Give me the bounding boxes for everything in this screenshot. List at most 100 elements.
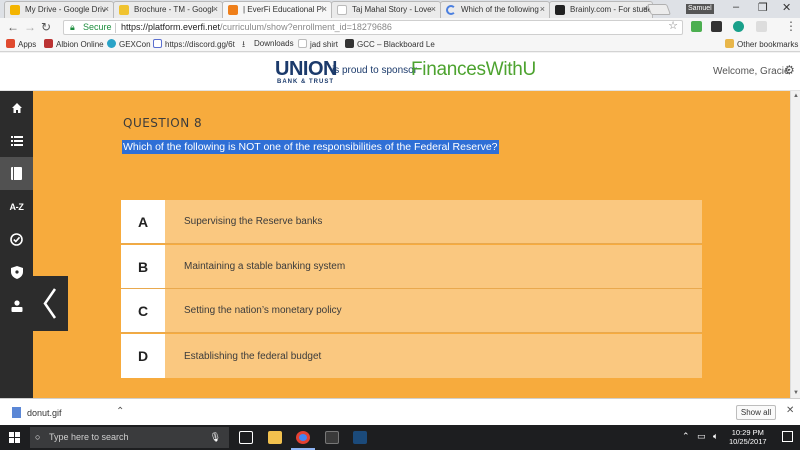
- close-icon[interactable]: ×: [104, 4, 109, 14]
- reload-icon[interactable]: ↻: [41, 20, 51, 34]
- browser-tab-everfi[interactable]: | EverFi Educational Platform ×: [222, 1, 332, 18]
- window-close-icon[interactable]: ✕: [782, 1, 791, 14]
- bookmark-apps[interactable]: Apps: [6, 39, 36, 49]
- windows-start-icon[interactable]: [9, 432, 21, 444]
- bookmark-gexcon[interactable]: GEXCon: [107, 39, 151, 49]
- taskbar-search[interactable]: ○ Type here to search 🎙︎: [30, 427, 229, 448]
- browser-tab-google-docs[interactable]: Brochure - TM - Google Docs ×: [113, 1, 223, 18]
- sidebar-item-glossary[interactable]: A-Z: [0, 190, 33, 223]
- download-item[interactable]: donut.gif: [12, 407, 62, 418]
- address-bar-row: ← → ↻ 🔒︎ Secure https://platform.everfi.…: [0, 18, 800, 37]
- google-docs-icon: [119, 5, 129, 15]
- bookmark-label: GCC – Blackboard Le: [357, 40, 435, 49]
- gear-icon[interactable]: ⚙: [784, 63, 795, 77]
- minimize-icon[interactable]: –: [733, 1, 739, 13]
- loading-icon: [446, 5, 456, 15]
- notifications-icon[interactable]: [782, 431, 793, 442]
- extension-icon[interactable]: [691, 21, 702, 32]
- answer-letter: A: [121, 200, 165, 243]
- previous-button[interactable]: [33, 276, 68, 331]
- close-icon[interactable]: ×: [213, 4, 218, 14]
- bookmark-other[interactable]: Other bookmarks: [725, 39, 798, 49]
- folder-icon: [725, 39, 734, 48]
- tab-title: Which of the following: [461, 5, 539, 14]
- extension-icon[interactable]: [711, 21, 722, 32]
- page-scrollbar[interactable]: ▲ ▼: [790, 91, 800, 398]
- site-header: UNION BANK & TRUST is proud to sponsor F…: [0, 53, 800, 91]
- browser-tab-brainly[interactable]: Brainly.com - For students ×: [549, 1, 653, 18]
- gexcon-icon: [107, 39, 116, 48]
- tab-title: | EverFi Educational Platform: [243, 5, 323, 14]
- close-icon[interactable]: ×: [540, 4, 545, 14]
- volume-icon[interactable]: 🔈︎: [713, 431, 718, 442]
- shield-icon: [10, 266, 23, 279]
- bookmark-label: jad shirt: [310, 40, 339, 49]
- bookmark-star-icon[interactable]: ☆: [668, 20, 678, 33]
- close-icon[interactable]: ✕: [786, 405, 794, 416]
- sidebar-item-list[interactable]: [0, 124, 33, 157]
- bookmark-downloads[interactable]: ⭳ Downloads: [242, 39, 294, 49]
- file-explorer-icon[interactable]: [268, 431, 282, 444]
- secure-label: Secure: [83, 22, 112, 32]
- close-icon[interactable]: ×: [431, 4, 436, 14]
- scroll-up-icon[interactable]: ▲: [793, 93, 799, 99]
- page-icon: [337, 5, 347, 15]
- browser-tab-google-drive[interactable]: My Drive - Google Drive ×: [4, 1, 114, 18]
- az-icon: A-Z: [9, 201, 24, 212]
- browser-tab-taj-mahal[interactable]: Taj Mahal Story - Love ×: [331, 1, 441, 18]
- new-tab-button[interactable]: [646, 4, 672, 15]
- brand-logo: FinancesWithU: [411, 59, 536, 80]
- answer-text: Supervising the Reserve banks: [184, 216, 323, 227]
- chevron-up-icon[interactable]: ⌃: [116, 406, 124, 417]
- union-bank-logo: UNION: [275, 58, 337, 80]
- restore-icon[interactable]: ❐: [758, 1, 768, 14]
- bookmark-albion-online[interactable]: Albion Online: [44, 39, 104, 49]
- bookmark-label: GEXCon: [119, 40, 151, 49]
- forward-arrow-icon[interactable]: →: [24, 20, 36, 34]
- browser-menu-icon[interactable]: ⋮: [785, 19, 797, 33]
- apps-icon: [6, 39, 15, 48]
- answer-option-d[interactable]: D Establishing the federal budget: [121, 334, 702, 378]
- extension-icon[interactable]: [756, 21, 767, 32]
- sidebar-item-profile[interactable]: [0, 289, 33, 322]
- extension-icon[interactable]: [733, 21, 744, 32]
- system-clock[interactable]: 10:29 PM 10/25/2017: [729, 428, 767, 446]
- notebook-icon: [11, 167, 22, 180]
- profile-badge[interactable]: Samuel: [686, 4, 714, 14]
- chevron-left-icon: [43, 288, 57, 319]
- bookmark-label: Apps: [18, 40, 37, 49]
- close-icon[interactable]: ×: [322, 4, 327, 14]
- cortana-icon: ○: [35, 432, 41, 442]
- task-view-icon[interactable]: [239, 431, 253, 444]
- bookmark-blackboard[interactable]: GCC – Blackboard Le: [345, 39, 435, 49]
- url-omnibox[interactable]: 🔒︎ Secure https://platform.everfi.net/cu…: [63, 20, 683, 35]
- bookmark-discord[interactable]: https://discord.gg/6t: [153, 39, 235, 49]
- bookmark-jad-shirt[interactable]: jad shirt: [298, 39, 338, 49]
- microphone-icon[interactable]: 🎙︎: [210, 427, 221, 448]
- chrome-icon[interactable]: [296, 431, 310, 444]
- show-all-button[interactable]: Show all: [736, 405, 776, 420]
- tray-arrow-icon[interactable]: ⌃: [682, 431, 690, 442]
- answer-letter: D: [121, 334, 165, 378]
- tab-title: Brainly.com - For students: [570, 5, 650, 14]
- sponsor-text: is proud to sponsor: [332, 65, 418, 76]
- answer-option-b[interactable]: B Maintaining a stable banking system: [121, 245, 702, 289]
- google-drive-icon: [10, 5, 20, 15]
- list-icon: [10, 135, 23, 146]
- network-icon[interactable]: ▭: [697, 431, 706, 442]
- sidebar-item-notebook[interactable]: [0, 157, 33, 190]
- everfi-icon: [228, 5, 238, 15]
- sidebar-item-checklist[interactable]: [0, 223, 33, 256]
- steam-icon[interactable]: [353, 431, 367, 444]
- answer-option-c[interactable]: C Setting the nation’s monetary policy: [121, 289, 702, 333]
- scroll-down-icon[interactable]: ▼: [793, 390, 799, 396]
- sidebar-item-home[interactable]: [0, 91, 33, 124]
- back-arrow-icon[interactable]: ←: [7, 20, 19, 34]
- search-placeholder: Type here to search: [49, 432, 129, 442]
- clock-date: 10/25/2017: [729, 437, 767, 446]
- sidebar-item-shield[interactable]: [0, 256, 33, 289]
- app-icon[interactable]: [325, 431, 339, 444]
- browser-tab-which-of[interactable]: Which of the following ×: [440, 1, 550, 18]
- answer-option-a[interactable]: A Supervising the Reserve banks: [121, 200, 702, 244]
- browser-tab-strip: My Drive - Google Drive × Brochure - TM …: [0, 0, 800, 18]
